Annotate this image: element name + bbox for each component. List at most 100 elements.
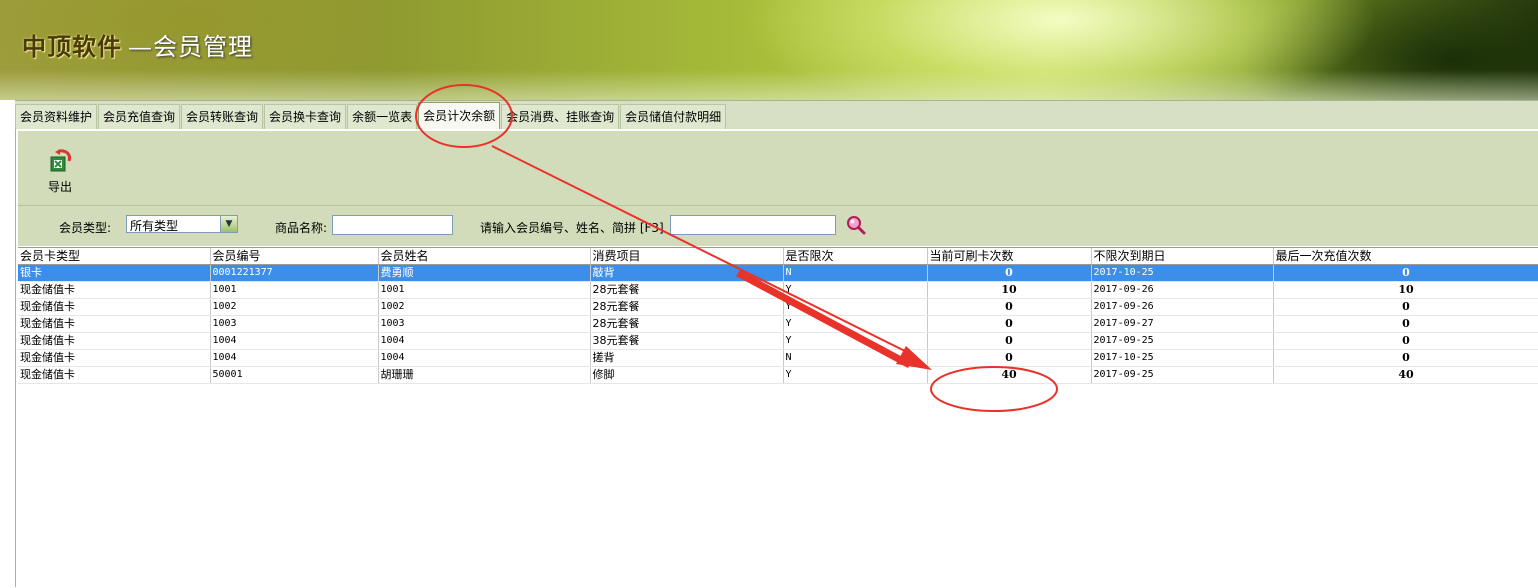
- cell-limited: Y: [783, 332, 928, 350]
- product-name-label: 商品名称:: [275, 221, 328, 235]
- cell-expiry-date: 2017-09-27: [1091, 315, 1274, 333]
- product-name-input[interactable]: [332, 215, 453, 235]
- app-title: 中顶软件 —会员管理: [22, 27, 253, 62]
- member-type-label: 会员类型:: [59, 221, 112, 235]
- cell-card-type: 银卡: [18, 264, 211, 282]
- table-row[interactable]: 现金储值卡 1003 1003 28元套餐 Y 0 2017-09-27 0: [18, 315, 1538, 333]
- cell-remaining-count: 10: [927, 281, 1092, 299]
- member-search-input[interactable]: [670, 215, 836, 235]
- column-header[interactable]: 当前可刷卡次数: [927, 248, 1092, 265]
- cell-last-recharge-count: 40: [1273, 366, 1538, 384]
- column-header[interactable]: 会员编号: [210, 248, 379, 265]
- cell-member-name: 费勇顺: [378, 264, 591, 282]
- cell-limited: Y: [783, 315, 928, 333]
- tab-recharge-query[interactable]: 会员充值查询: [98, 104, 181, 129]
- member-type-value: 所有类型: [130, 219, 179, 233]
- cell-remaining-count: 0: [927, 332, 1092, 350]
- header-banner: 中顶软件 —会员管理: [0, 0, 1538, 100]
- member-search-label: 请输入会员编号、姓名、简拼 [F3]: [480, 221, 664, 235]
- cell-last-recharge-count: 0: [1273, 349, 1538, 367]
- cell-member-id: 1004: [210, 349, 379, 367]
- toolbar: 导出: [18, 131, 1538, 206]
- cell-card-type: 现金储值卡: [18, 366, 211, 384]
- table-header-row: 会员卡类型 会员编号 会员姓名 消费项目 是否限次 当前可刷卡次数 不限次到期日…: [18, 248, 1538, 265]
- cell-member-name: 1004: [378, 332, 591, 350]
- tab-balance-overview[interactable]: 余额一览表: [347, 104, 418, 129]
- cell-expiry-date: 2017-09-25: [1091, 332, 1274, 350]
- filter-bar: 会员类型: 所有类型 ▼ 商品名称: 请输入会员编号、姓名、简拼 [F3]: [18, 206, 1538, 246]
- cell-card-type: 现金储值卡: [18, 332, 211, 350]
- table-row[interactable]: 现金储值卡 1002 1002 28元套餐 Y 0 2017-09-26 0: [18, 298, 1538, 316]
- tab-count-balance[interactable]: 会员计次余额: [418, 102, 501, 129]
- cell-expiry-date: 2017-10-25: [1091, 264, 1274, 282]
- cell-member-name: 胡珊珊: [378, 366, 591, 384]
- cell-item: 28元套餐: [590, 281, 784, 299]
- cell-item: 28元套餐: [590, 315, 784, 333]
- cell-expiry-date: 2017-09-26: [1091, 281, 1274, 299]
- export-button[interactable]: 导出: [44, 149, 76, 195]
- cell-last-recharge-count: 0: [1273, 298, 1538, 316]
- table-row[interactable]: 现金储值卡 1001 1001 28元套餐 Y 10 2017-09-26 10: [18, 281, 1538, 299]
- cell-member-id: 50001: [210, 366, 379, 384]
- cell-expiry-date: 2017-09-25: [1091, 366, 1274, 384]
- cell-last-recharge-count: 0: [1273, 315, 1538, 333]
- table-row[interactable]: 现金储值卡 50001 胡珊珊 修脚 Y 40 2017-09-25 40: [18, 366, 1538, 384]
- tab-transfer-query[interactable]: 会员转账查询: [181, 104, 264, 129]
- column-header[interactable]: 是否限次: [783, 248, 928, 265]
- table-row[interactable]: 现金储值卡 1004 1004 38元套餐 Y 0 2017-09-25 0: [18, 332, 1538, 350]
- column-header[interactable]: 不限次到期日: [1091, 248, 1274, 265]
- export-icon: [50, 149, 71, 172]
- table-row[interactable]: 现金储值卡 1004 1004 搓背 N 0 2017-10-25 0: [18, 349, 1538, 367]
- cell-limited: Y: [783, 366, 928, 384]
- cell-last-recharge-count: 0: [1273, 264, 1538, 282]
- cell-limited: Y: [783, 298, 928, 316]
- cell-member-id: 1002: [210, 298, 379, 316]
- cell-item: 修脚: [590, 366, 784, 384]
- cell-card-type: 现金储值卡: [18, 281, 211, 299]
- cell-remaining-count: 0: [927, 315, 1092, 333]
- tab-stored-payment-detail[interactable]: 会员储值付款明细: [620, 104, 727, 129]
- cell-item: 28元套餐: [590, 298, 784, 316]
- search-icon[interactable]: [846, 215, 866, 235]
- cell-card-type: 现金储值卡: [18, 349, 211, 367]
- app-brand: 中顶软件: [22, 32, 122, 61]
- count-balance-table: 会员卡类型 会员编号 会员姓名 消费项目 是否限次 当前可刷卡次数 不限次到期日…: [18, 247, 1538, 588]
- table-row[interactable]: 银卡 0001221377 费勇顺 敲背 N 0 2017-10-25 0: [18, 264, 1538, 282]
- cell-remaining-count: 0: [927, 264, 1092, 282]
- banner-fade: [0, 70, 1538, 100]
- cell-item: 38元套餐: [590, 332, 784, 350]
- chevron-down-icon[interactable]: ▼: [220, 216, 237, 232]
- tab-consumption-query[interactable]: 会员消费、挂账查询: [501, 104, 620, 129]
- cell-member-name: 1004: [378, 349, 591, 367]
- app-module-title: —会员管理: [128, 33, 253, 61]
- column-header[interactable]: 最后一次充值次数: [1273, 248, 1538, 265]
- member-type-select[interactable]: 所有类型 ▼: [126, 215, 238, 233]
- cell-item: 敲背: [590, 264, 784, 282]
- tab-member-profile[interactable]: 会员资料维护: [15, 104, 98, 129]
- cell-last-recharge-count: 0: [1273, 332, 1538, 350]
- cell-member-id: 1004: [210, 332, 379, 350]
- cell-limited: N: [783, 264, 928, 282]
- cell-limited: Y: [783, 281, 928, 299]
- cell-last-recharge-count: 10: [1273, 281, 1538, 299]
- tab-bar: 会员资料维护 会员充值查询 会员转账查询 会员换卡查询 余额一览表 会员计次余额…: [15, 100, 1538, 129]
- column-header[interactable]: 会员卡类型: [18, 248, 211, 265]
- cell-card-type: 现金储值卡: [18, 315, 211, 333]
- tab-card-change-query[interactable]: 会员换卡查询: [264, 104, 347, 129]
- cell-member-id: 1003: [210, 315, 379, 333]
- cell-remaining-count: 40: [927, 366, 1092, 384]
- cell-item: 搓背: [590, 349, 784, 367]
- cell-member-id: 0001221377: [210, 264, 379, 282]
- cell-member-id: 1001: [210, 281, 379, 299]
- content-panel: 导出 会员类型: 所有类型 ▼ 商品名称: 请输入会员编号、姓名、简拼 [F3]…: [15, 129, 1538, 588]
- cell-member-name: 1003: [378, 315, 591, 333]
- export-label: 导出: [47, 180, 72, 194]
- column-header[interactable]: 消费项目: [590, 248, 784, 265]
- cell-remaining-count: 0: [927, 349, 1092, 367]
- cell-limited: N: [783, 349, 928, 367]
- cell-card-type: 现金储值卡: [18, 298, 211, 316]
- cell-member-name: 1001: [378, 281, 591, 299]
- cell-remaining-count: 0: [927, 298, 1092, 316]
- cell-expiry-date: 2017-09-26: [1091, 298, 1274, 316]
- column-header[interactable]: 会员姓名: [378, 248, 591, 265]
